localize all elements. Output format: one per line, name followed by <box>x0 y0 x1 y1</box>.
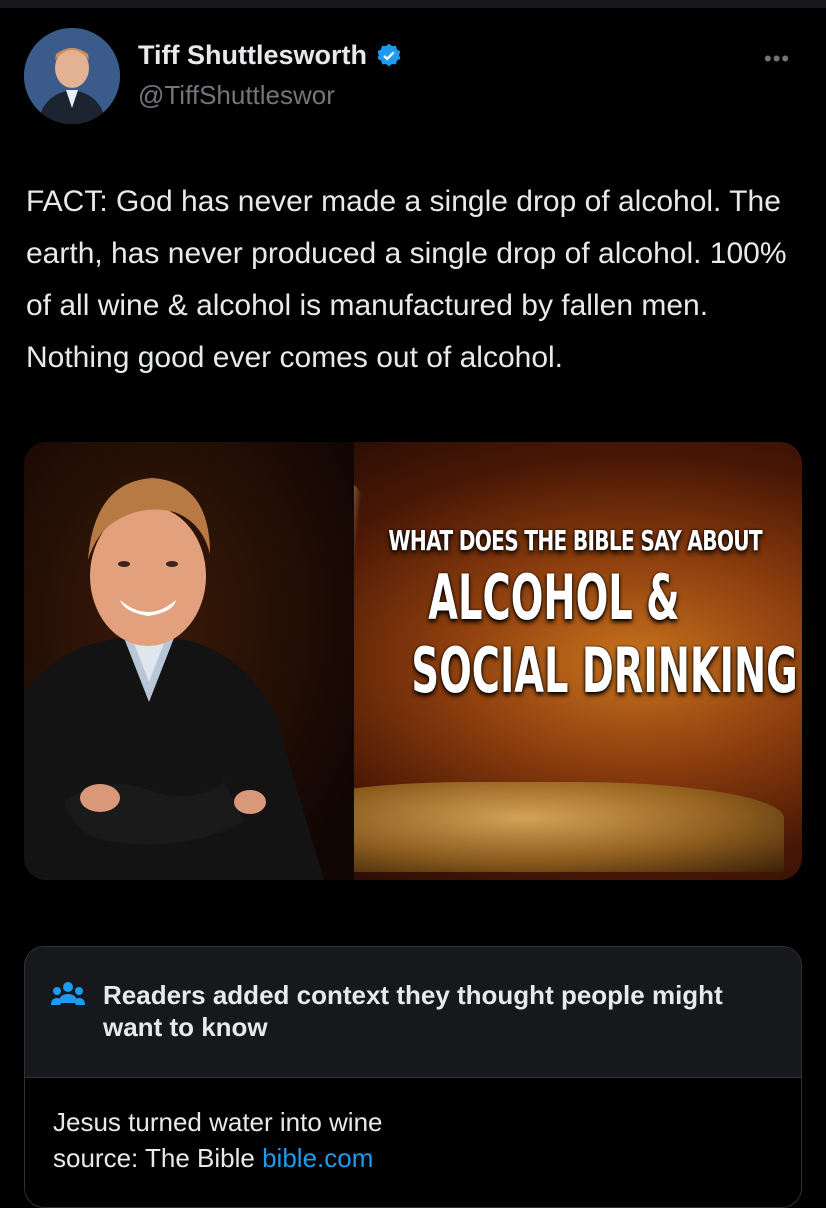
note-source-prefix: source: The Bible <box>53 1143 263 1173</box>
tweet-text: FACT: God has never made a single drop o… <box>26 185 787 374</box>
top-bar <box>0 0 826 8</box>
verified-badge-icon <box>377 43 401 66</box>
author-row: Tiff Shuttlesworth <box>138 40 403 71</box>
headline-line-2: ALCOHOL & <box>428 561 680 634</box>
note-source-link[interactable]: bible.com <box>262 1143 373 1173</box>
avatar-portrait <box>24 28 120 124</box>
author-handle[interactable]: @TiffShuttleswor <box>138 80 335 111</box>
man-portrait <box>24 442 354 880</box>
note-line-1: Jesus turned water into wine <box>53 1107 383 1137</box>
avatar[interactable] <box>24 28 120 124</box>
community-notes-icon <box>51 982 85 1005</box>
headline-line-3: SOCIAL DRINKING <box>411 634 798 707</box>
more-options-icon[interactable]: ••• <box>764 46 790 72</box>
author-name[interactable]: Tiff Shuttlesworth <box>138 40 367 71</box>
headline-line-1: WHAT DOES THE BIBLE SAY ABOUT <box>388 524 762 557</box>
community-note-text: Jesus turned water into wine source: The… <box>53 1104 773 1176</box>
community-note: Readers added context they thought peopl… <box>24 946 802 1208</box>
community-note-title: Readers added context they thought peopl… <box>103 980 723 1042</box>
community-note-header: Readers added context they thought peopl… <box>25 947 801 1077</box>
note-source-line: source: The Bible bible.com <box>53 1140 773 1176</box>
community-note-body: Jesus turned water into wine source: The… <box>25 1078 801 1207</box>
tweet-media-image[interactable]: WHAT DOES THE BIBLE SAY ABOUT ALCOHOL & … <box>24 442 802 880</box>
media-headline: WHAT DOES THE BIBLE SAY ABOUT ALCOHOL & … <box>324 524 798 707</box>
